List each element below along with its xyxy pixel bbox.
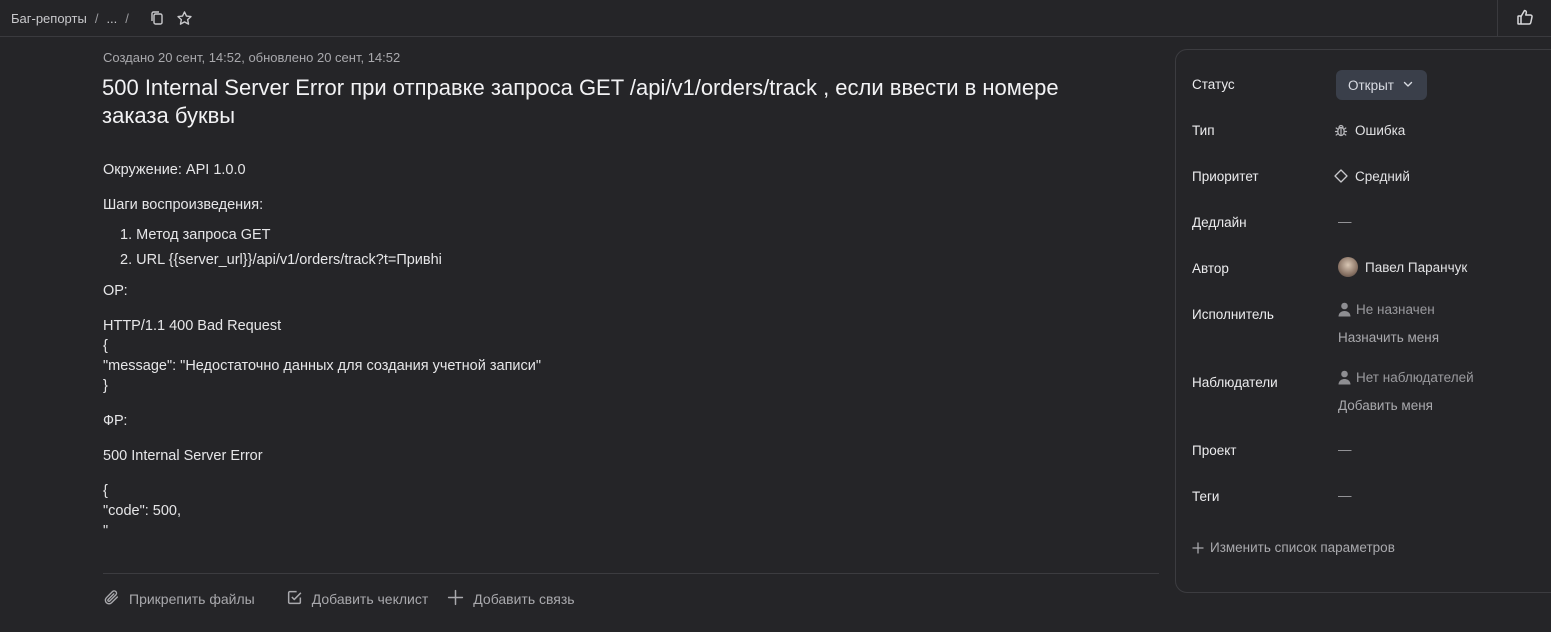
project-label: Проект [1192, 443, 1237, 458]
breadcrumb-ellipsis[interactable]: ... [106, 11, 117, 26]
assignee-value[interactable]: Не назначен [1338, 302, 1435, 317]
type-label: Тип [1192, 123, 1215, 138]
expected-line: "message": "Недостаточно данных для созд… [103, 358, 542, 374]
watchers-value[interactable]: Нет наблюдателей [1338, 370, 1474, 385]
watchers-value-text: Нет наблюдателей [1356, 370, 1474, 385]
person-icon [1338, 302, 1351, 317]
plus-icon [447, 589, 473, 609]
list-item: 1. Метод запроса GET [120, 227, 271, 243]
star-icon[interactable] [175, 8, 195, 28]
breadcrumb: Баг-репорты / ... / [0, 8, 195, 28]
actual-block: { "code": 500, " [103, 481, 1153, 535]
type-value-text: Ошибка [1355, 122, 1406, 138]
environment-line: Окружение: API 1.0.0 [103, 162, 246, 178]
thumbs-up-icon [1516, 8, 1534, 29]
issue-title[interactable]: 500 Internal Server Error при отправке з… [102, 74, 1102, 130]
priority-value[interactable]: Средний [1333, 168, 1410, 184]
deadline-value[interactable]: — [1338, 214, 1352, 229]
issue-params-panel: Статус Открыт Тип Ошибка Приоритет Средн… [1175, 49, 1551, 593]
author-label: Автор [1192, 261, 1229, 276]
breadcrumb-root-link[interactable]: Баг-репорты [11, 11, 87, 26]
add-link-button[interactable]: Добавить связь [447, 589, 575, 609]
attach-files-button[interactable]: Прикрепить файлы [103, 589, 255, 609]
steps-heading: Шаги воспроизведения: [103, 197, 264, 213]
add-checklist-label: Добавить чеклист [311, 591, 429, 607]
issue-description[interactable]: Окружение: API 1.0.0 Шаги воспроизведени… [103, 160, 1153, 535]
status-value: Открыт [1348, 77, 1394, 93]
plus-icon [1192, 541, 1210, 554]
deadline-label: Дедлайн [1192, 215, 1247, 230]
actual-status: 500 Internal Server Error [103, 448, 263, 464]
tags-label: Теги [1192, 489, 1220, 504]
actual-line: " [103, 523, 109, 535]
diamond-icon [1333, 168, 1349, 184]
type-value[interactable]: Ошибка [1333, 122, 1405, 138]
assignee-value-text: Не назначен [1356, 302, 1435, 317]
checkbox-icon [286, 589, 312, 609]
expected-heading: ОР: [103, 283, 128, 299]
expected-line: HTTP/1.1 400 Bad Request [103, 318, 282, 334]
paperclip-icon [103, 589, 129, 609]
priority-label: Приоритет [1192, 169, 1259, 184]
actual-line: { [103, 483, 108, 499]
project-value[interactable]: — [1338, 442, 1352, 457]
top-bar: Баг-репорты / ... / [0, 0, 1551, 37]
copy-icon[interactable] [147, 8, 167, 28]
expected-line: } [103, 378, 108, 394]
priority-value-text: Средний [1355, 168, 1410, 184]
add-checklist-button[interactable]: Добавить чеклист [286, 589, 429, 609]
breadcrumb-separator: / [125, 10, 129, 26]
bug-icon [1333, 122, 1349, 138]
issue-meta: Создано 20 сент, 14:52, обновлено 20 сен… [103, 50, 401, 65]
edit-params-button[interactable]: Изменить список параметров [1192, 540, 1395, 555]
expected-block: HTTP/1.1 400 Bad Request { "message": "Н… [103, 316, 1153, 396]
person-icon [1338, 370, 1351, 385]
watchers-label: Наблюдатели [1192, 375, 1278, 390]
author-value[interactable]: Павел Паранчук [1338, 257, 1467, 277]
assign-me-link[interactable]: Назначить меня [1338, 330, 1439, 345]
breadcrumb-separator: / [94, 10, 99, 26]
watch-me-link[interactable]: Добавить меня [1338, 398, 1433, 413]
expected-line: { [103, 338, 108, 354]
actual-heading: ФР: [103, 413, 128, 429]
description-actions: Прикрепить файлы Добавить чеклист Добави… [103, 589, 594, 609]
status-label: Статус [1192, 77, 1235, 92]
tags-value[interactable]: — [1338, 488, 1352, 503]
edit-params-label: Изменить список параметров [1210, 540, 1395, 555]
actual-line: "code": 500, [103, 503, 182, 519]
attach-files-label: Прикрепить файлы [129, 591, 255, 607]
author-name: Павел Паранчук [1365, 259, 1468, 275]
chevron-down-icon [1394, 78, 1414, 93]
avatar [1338, 257, 1358, 277]
status-dropdown[interactable]: Открыт [1336, 70, 1427, 100]
like-button[interactable] [1497, 0, 1551, 37]
add-link-label: Добавить связь [473, 591, 575, 607]
steps-list: 1. Метод запроса GET 2. URL {{server_url… [103, 223, 1153, 273]
assignee-label: Исполнитель [1192, 307, 1274, 322]
divider [103, 573, 1159, 574]
list-item: 2. URL {{server_url}}/api/v1/orders/trac… [120, 252, 442, 268]
